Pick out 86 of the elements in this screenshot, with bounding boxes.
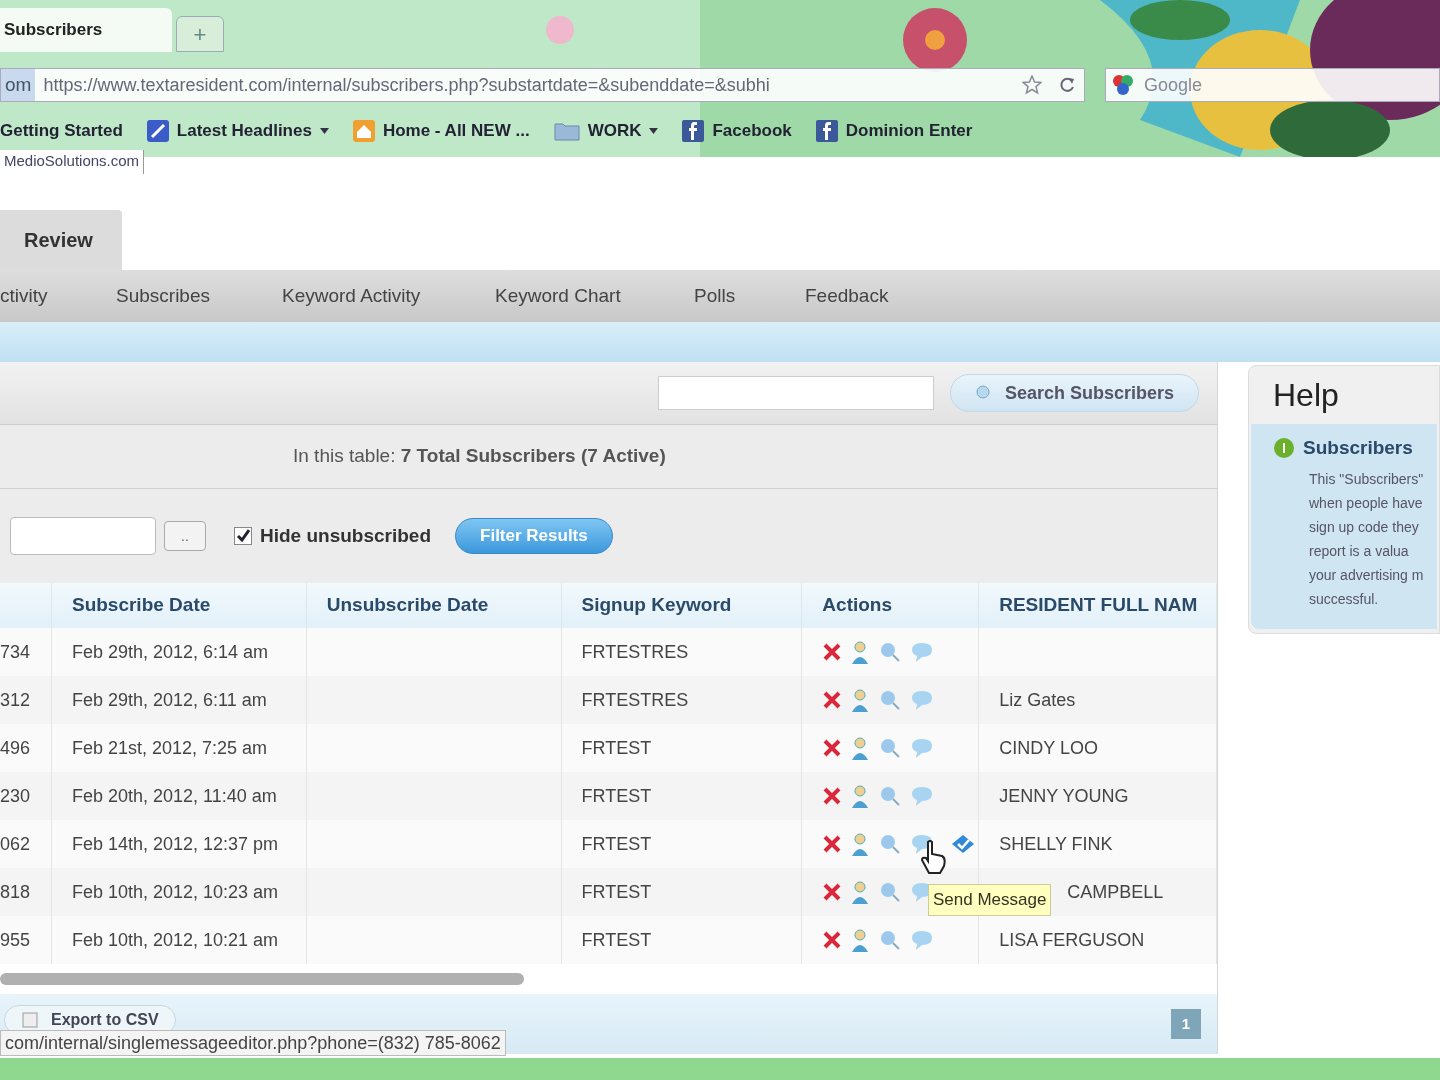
column-header[interactable]: Unsubscribe Date: [326, 591, 489, 620]
search-icon: [974, 384, 993, 402]
bookmark[interactable]: Home - All NEW ...: [352, 118, 530, 144]
table-cell-text: FRTEST: [581, 736, 652, 760]
bookmark[interactable]: Dominion Enter: [815, 118, 973, 144]
table-cell-text: FRTESTRES: [581, 640, 689, 664]
date-picker-button[interactable]: ..: [164, 521, 206, 551]
person-icon[interactable]: [850, 832, 871, 856]
person-icon[interactable]: [850, 640, 871, 664]
bookmark[interactable]: WORK: [553, 118, 659, 144]
table-cell-text: LISA FERGUSON: [999, 928, 1145, 952]
delete-icon[interactable]: [822, 786, 843, 806]
checkbox[interactable]: [234, 527, 252, 545]
star-icon[interactable]: [1022, 75, 1042, 95]
delete-icon[interactable]: [822, 930, 843, 950]
folder-icon: [553, 120, 580, 141]
table-cell-text: Feb 10th, 2012, 10:23 am: [71, 880, 279, 904]
table-cell-text: 062: [0, 832, 31, 856]
person-icon[interactable]: [850, 880, 871, 904]
table-cell-text: Feb 20th, 2012, 11:40 am: [71, 784, 277, 808]
tooltip: Send Message: [928, 884, 1052, 916]
nav-link[interactable]: Polls: [694, 281, 736, 311]
table-cell-text: 312: [0, 688, 31, 712]
link-url-tooltip: com/internal/singlemessageeditor.php?phone=(832) 785-8062: [0, 1030, 506, 1056]
site-link[interactable]: MedioSolutions.com: [0, 150, 145, 174]
search-button[interactable]: Search Subscribers: [949, 374, 1199, 412]
person-icon[interactable]: [850, 736, 871, 760]
table-cell-text: 955: [0, 928, 31, 952]
table-cell-text: Feb 10th, 2012, 10:21 am: [71, 928, 279, 952]
table-cell-text: Feb 21st, 2012, 7:25 am: [71, 736, 268, 760]
table-cell-text: JENNY YOUNG: [999, 784, 1129, 808]
delete-icon[interactable]: [822, 882, 843, 902]
delete-icon[interactable]: [822, 738, 843, 758]
help-title: Help: [1272, 376, 1340, 415]
date-field[interactable]: [10, 517, 156, 555]
document-icon: [21, 1011, 39, 1029]
help-text: This "Subscribers" when people have sign up code they report is a valua your advertising m successful.: [1308, 469, 1425, 609]
table-cell-text: FRTEST: [581, 880, 652, 904]
table-cell-text: FRTEST: [581, 832, 652, 856]
table-cell-text: CINDY LOO: [999, 736, 1098, 760]
search-engine-icon[interactable]: [1110, 72, 1136, 98]
column-header[interactable]: RESIDENT FULL NAM: [999, 591, 1198, 620]
delete-icon[interactable]: [822, 834, 843, 854]
bookmark[interactable]: Getting Started: [0, 118, 123, 144]
person-icon[interactable]: [850, 688, 871, 712]
nav-link[interactable]: Keyword Chart: [495, 281, 621, 311]
facebook-icon: [682, 119, 705, 142]
info-icon: [1273, 437, 1295, 460]
browser-tab[interactable]: Subscribers: [0, 8, 172, 52]
nav-link[interactable]: Keyword Activity: [282, 281, 421, 311]
table-cell-text: 734: [0, 640, 31, 664]
delete-icon[interactable]: [822, 642, 843, 662]
table-cell-text: FRTEST: [581, 784, 652, 808]
reload-icon[interactable]: [1058, 76, 1076, 94]
table-cell-text: Liz Gates: [999, 688, 1076, 712]
caret-icon: [319, 127, 329, 134]
table-cell-text: Feb 14th, 2012, 12:37 pm: [71, 832, 279, 856]
summary-text: In this table: 7 Total Subscribers (7 Active): [293, 444, 666, 469]
nav-link[interactable]: Subscribes: [116, 281, 210, 311]
column-header[interactable]: Signup Keyword: [581, 591, 732, 620]
site-identity[interactable]: om: [1, 69, 36, 101]
bookmark[interactable]: Latest Headlines: [146, 118, 329, 144]
bookmark[interactable]: Facebook: [682, 118, 792, 144]
table-cell-text: 818: [0, 880, 31, 904]
table-cell-text: FRTEST: [581, 928, 652, 952]
table-cell-text: Feb 29th, 2012, 6:14 am: [71, 640, 269, 664]
person-icon[interactable]: [850, 784, 871, 808]
table-cell-text: FRTESTRES: [581, 688, 689, 712]
caret-icon: [649, 127, 659, 134]
nav-link[interactable]: Feedback: [805, 281, 889, 311]
delete-icon[interactable]: [822, 690, 843, 710]
help-heading: Subscribers: [1303, 436, 1413, 460]
column-header[interactable]: Actions: [822, 591, 893, 620]
table-cell-text: 496: [0, 736, 31, 760]
table-cell-text: 230: [0, 784, 31, 808]
checkbox-label: Hide unsubscribed: [260, 523, 432, 548]
address-bar[interactable]: om https://www.textaresident.com/internal/subscribers.php?substartdate=&subenddate=&subhi: [0, 68, 1085, 102]
scrollbar[interactable]: [0, 973, 524, 985]
table-cell-text: Feb 29th, 2012, 6:11 am: [71, 688, 267, 712]
search-input[interactable]: [657, 376, 934, 410]
nav-link[interactable]: ctivity: [0, 281, 48, 311]
table-cell-text: SHELLY FINK: [999, 832, 1113, 856]
section-tab[interactable]: Review: [0, 210, 122, 270]
table-cell-text: CAMPBELL: [1067, 880, 1164, 904]
person-icon[interactable]: [850, 928, 871, 952]
column-header[interactable]: Subscribe Date: [71, 591, 211, 620]
